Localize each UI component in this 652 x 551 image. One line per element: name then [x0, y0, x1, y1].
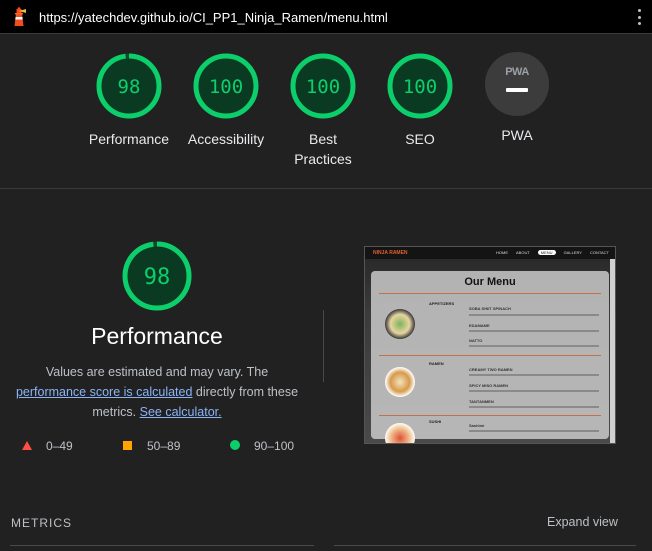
- desc-text: Values are estimated and may vary. The: [45, 365, 269, 379]
- score-value: 100: [306, 76, 340, 98]
- gauge-accessibility[interactable]: 100 Accessibility: [176, 52, 276, 149]
- pwa-badge-text: PWA: [505, 66, 529, 78]
- thumb-section: SUSHI: [429, 419, 442, 424]
- average-square-icon: [123, 441, 132, 450]
- gauge-best-practices[interactable]: 100 Best Practices: [273, 52, 373, 169]
- thumb-dish-image: [385, 309, 415, 339]
- thumb-section: APPETIZERS: [429, 301, 455, 306]
- pass-circle-icon: [230, 440, 240, 450]
- thumb-scrollbar: [610, 259, 615, 443]
- category-label: Best Practices: [294, 131, 352, 167]
- score-ring: 100: [387, 53, 453, 119]
- category-label: SEO: [405, 131, 435, 147]
- page-screenshot-thumbnail[interactable]: NINJA RAMEN HOME ABOUT MENU GALLERY CONT…: [364, 246, 616, 444]
- gauge-seo[interactable]: 100 SEO: [370, 52, 470, 149]
- thumb-dish-image: [385, 423, 415, 443]
- thumb-text: [469, 330, 599, 332]
- score-calculated-link[interactable]: performance score is calculated: [16, 385, 192, 399]
- category-label: Accessibility: [187, 131, 265, 147]
- performance-section: 98 Performance Values are estimated and …: [0, 190, 652, 470]
- thumb-navbar: NINJA RAMEN HOME ABOUT MENU GALLERY CONT…: [365, 247, 615, 259]
- legend-range-average: 50–89: [147, 439, 181, 453]
- thumb-section: RAMEN: [429, 361, 444, 366]
- metrics-heading: METRICS: [11, 516, 72, 530]
- thumb-heading: Our Menu: [464, 276, 516, 288]
- pwa-dash: [506, 88, 528, 92]
- thumb-nav-item: GALLERY: [563, 250, 582, 255]
- fail-triangle-icon: [22, 441, 32, 450]
- thumb-item: NATTO: [469, 338, 483, 343]
- thumb-menu-card: Our Menu APPETIZERS SOBA SHIIT SPINACH E…: [371, 271, 609, 443]
- thumb-nav-item: ABOUT: [516, 250, 530, 255]
- thumb-divider: [379, 415, 601, 416]
- score-ring: 100: [193, 53, 259, 119]
- gauge-performance[interactable]: 98 Performance: [79, 52, 179, 149]
- thumb-text: [469, 314, 599, 316]
- performance-gauge: 98: [122, 241, 192, 311]
- thumb-item: SOBA SHIIT SPINACH: [469, 306, 511, 311]
- thumb-item: EDAMAME: [469, 323, 490, 328]
- page-url[interactable]: https://yatechdev.github.io/CI_PP1_Ninja…: [39, 10, 388, 25]
- pwa-badge-icon: PWA: [485, 52, 549, 116]
- divider: [10, 545, 314, 546]
- thumb-divider: [379, 355, 601, 356]
- thumb-text: [469, 345, 599, 347]
- score-value: 100: [403, 76, 437, 98]
- category-label: PWA: [501, 127, 533, 143]
- thumb-item: TANTANMEN: [469, 399, 494, 404]
- thumb-text: [469, 390, 599, 392]
- score-value: 100: [209, 76, 243, 98]
- thumb-nav-item: CONTACT: [589, 250, 609, 255]
- thumb-item: SPICY MISO RAMEN: [469, 383, 509, 388]
- expand-view-toggle[interactable]: Expand view: [547, 515, 618, 529]
- legend-range-pass: 90–100: [254, 439, 295, 453]
- divider: [323, 310, 324, 382]
- thumb-nav-item: MENU: [537, 250, 556, 255]
- performance-description: Values are estimated and may vary. The p…: [10, 362, 304, 422]
- thumb-text: [469, 430, 599, 432]
- divider: [334, 545, 636, 546]
- thumb-text: [469, 406, 599, 408]
- thumb-item: Sashimi: [469, 423, 485, 428]
- score-legend: 0–49 50–89 90–100: [0, 436, 330, 456]
- thumb-nav-items: HOME ABOUT MENU GALLERY CONTACT: [496, 250, 609, 255]
- score-ring: 98: [96, 53, 162, 119]
- category-label: Performance: [88, 131, 170, 147]
- thumb-brand: NINJA RAMEN: [373, 250, 408, 256]
- kebab-menu-icon[interactable]: [636, 9, 642, 25]
- performance-score: 98: [144, 265, 171, 290]
- performance-title: Performance: [91, 323, 223, 349]
- url-bar: https://yatechdev.github.io/CI_PP1_Ninja…: [0, 0, 652, 34]
- legend-range-fail: 0–49: [46, 439, 73, 453]
- lighthouse-icon: [14, 7, 26, 26]
- thumb-item: CREAMY TWO RAMEN: [469, 367, 513, 372]
- thumb-nav-item: HOME: [496, 250, 508, 255]
- see-calculator-link[interactable]: See calculator.: [140, 405, 222, 419]
- thumb-divider: [379, 293, 601, 294]
- thumb-dish-image: [385, 367, 415, 397]
- gauge-pwa[interactable]: PWA PWA: [467, 52, 567, 145]
- category-scores: 98 Performance 100 Accessibility 100 Bes…: [0, 34, 652, 189]
- score-value: 98: [118, 76, 141, 98]
- thumb-text: [469, 374, 599, 376]
- score-ring: 100: [290, 53, 356, 119]
